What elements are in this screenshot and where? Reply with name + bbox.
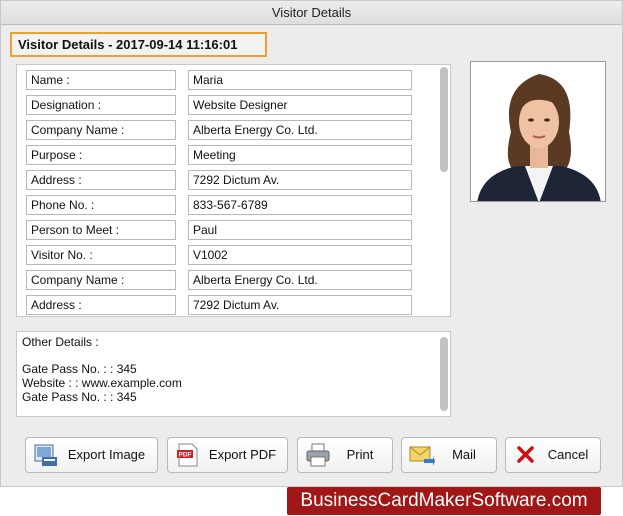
field-label: Name :	[26, 70, 176, 90]
field-label: Address :	[26, 170, 176, 190]
field-row-designation: Designation : Website Designer	[26, 95, 414, 115]
field-value[interactable]: Alberta Energy Co. Ltd.	[188, 270, 412, 290]
window-title: Visitor Details	[1, 1, 622, 25]
field-row-phone: Phone No. : 833-567-6789	[26, 195, 414, 215]
other-details-line: Gate Pass No. : : 345	[22, 362, 137, 376]
field-value[interactable]: Maria	[188, 70, 412, 90]
export-image-label: Export Image	[67, 447, 146, 462]
visitor-details-header: Visitor Details - 2017-09-14 11:16:01	[10, 32, 267, 57]
field-value[interactable]: Alberta Energy Co. Ltd.	[188, 120, 412, 140]
export-image-button[interactable]: Export Image	[25, 437, 158, 473]
export-pdf-button[interactable]: PDF Export PDF	[167, 437, 288, 473]
field-value[interactable]: Meeting	[188, 145, 412, 165]
export-pdf-label: Export PDF	[208, 447, 277, 462]
field-row-visitor-no: Visitor No. : V1002	[26, 245, 414, 265]
other-details-line: Website : : www.example.com	[22, 376, 182, 390]
fields-scrollbar[interactable]	[440, 67, 448, 172]
other-details-panel: Other Details : Gate Pass No. : : 345 We…	[16, 331, 451, 417]
other-details-title: Other Details :	[22, 335, 99, 349]
field-label: Phone No. :	[26, 195, 176, 215]
cancel-label: Cancel	[547, 447, 589, 462]
field-label: Address :	[26, 295, 176, 315]
visitor-photo	[470, 61, 606, 202]
other-details-line: Gate Pass No. : : 345	[22, 390, 137, 404]
field-value[interactable]: V1002	[188, 245, 412, 265]
mail-label: Mail	[452, 447, 476, 462]
field-row-address-2: Address : 7292 Dictum Av.	[26, 295, 414, 315]
field-row-name: Name : Maria	[26, 70, 414, 90]
field-value[interactable]: 833-567-6789	[188, 195, 412, 215]
mail-button[interactable]: Mail	[401, 437, 497, 473]
field-value[interactable]: Paul	[188, 220, 412, 240]
field-label: Person to Meet :	[26, 220, 176, 240]
brand-banner: BusinessCardMakerSoftware.com	[287, 487, 601, 515]
field-row-purpose: Purpose : Meeting	[26, 145, 414, 165]
fields-panel: Name : Maria Designation : Website Desig…	[16, 64, 451, 317]
field-label: Company Name :	[26, 120, 176, 140]
field-row-person-to-meet: Person to Meet : Paul	[26, 220, 414, 240]
other-details-scrollbar[interactable]	[440, 337, 448, 411]
cancel-button[interactable]: Cancel	[505, 437, 601, 473]
field-value[interactable]: Website Designer	[188, 95, 412, 115]
field-row-company-name-2: Company Name : Alberta Energy Co. Ltd.	[26, 270, 414, 290]
field-label: Purpose :	[26, 145, 176, 165]
field-value[interactable]: 7292 Dictum Av.	[188, 170, 412, 190]
print-button[interactable]: Print	[297, 437, 393, 473]
print-label: Print	[346, 447, 374, 462]
field-value[interactable]: 7292 Dictum Av.	[188, 295, 412, 315]
field-label: Company Name :	[26, 270, 176, 290]
field-row-company-name: Company Name : Alberta Energy Co. Ltd.	[26, 120, 414, 140]
field-label: Designation :	[26, 95, 176, 115]
field-row-address: Address : 7292 Dictum Av.	[26, 170, 414, 190]
visitor-details-window: Visitor Details Visitor Details - 2017-0…	[0, 0, 623, 487]
field-label: Visitor No. :	[26, 245, 176, 265]
